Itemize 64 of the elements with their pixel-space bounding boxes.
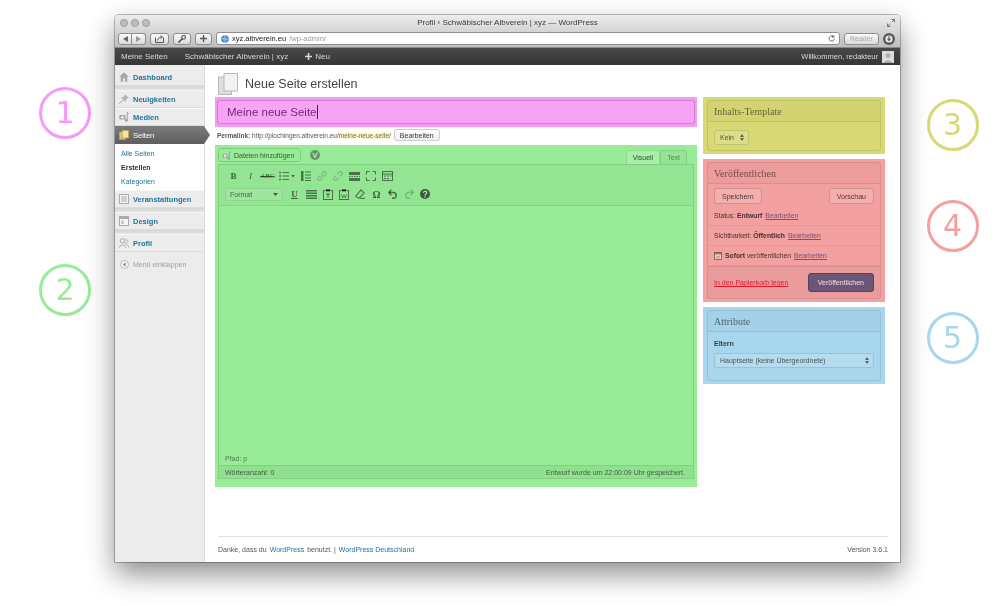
text-cursor-icon bbox=[316, 105, 318, 119]
eraser-icon[interactable] bbox=[355, 189, 365, 199]
underline-button[interactable]: U bbox=[286, 189, 303, 199]
new-link[interactable]: Neu bbox=[305, 52, 330, 61]
collapse-icon bbox=[120, 259, 129, 269]
list-icon bbox=[119, 194, 129, 204]
select-arrows-icon bbox=[865, 357, 869, 364]
forward-button[interactable] bbox=[132, 32, 146, 45]
italic-button[interactable]: I bbox=[242, 171, 259, 181]
window-icon bbox=[119, 216, 129, 226]
back-button[interactable] bbox=[118, 32, 132, 45]
numbered-callout: 1 bbox=[39, 87, 91, 139]
right-triangle-icon bbox=[136, 35, 141, 42]
toolbar-toggle-icon[interactable] bbox=[382, 171, 393, 181]
numbered-callout: 2 bbox=[39, 264, 91, 316]
numbered-callout: 5 bbox=[926, 312, 979, 364]
paste-text-icon[interactable] bbox=[323, 188, 333, 200]
expand-icon[interactable] bbox=[887, 18, 895, 27]
new-tab-button[interactable] bbox=[195, 32, 212, 45]
share-button[interactable] bbox=[150, 32, 169, 45]
pages-icon bbox=[119, 130, 129, 140]
check-circle-icon[interactable] bbox=[310, 150, 321, 160]
blockquote-icon[interactable] bbox=[301, 171, 311, 181]
numbered-callout: 3 bbox=[926, 99, 979, 151]
special-character-button[interactable]: Ω bbox=[368, 188, 385, 200]
house-icon bbox=[119, 72, 129, 82]
select-arrows-icon bbox=[740, 134, 744, 141]
panel-title: Inhalts-Template bbox=[714, 105, 782, 117]
window-title: Profil ‹ Schwäbischer Albverein | xyz — WordPress bbox=[416, 18, 599, 27]
left-triangle-icon bbox=[122, 35, 128, 42]
caret-down-icon bbox=[273, 192, 278, 196]
title-field[interactable]: Meine neue Seite bbox=[217, 100, 695, 124]
numbered-callout: 4 bbox=[926, 200, 979, 252]
paste-word-icon[interactable] bbox=[339, 188, 349, 200]
avatar-icon[interactable] bbox=[882, 50, 894, 63]
admin-bar-link[interactable]: Schwäbischer Albverein | xyz bbox=[184, 52, 289, 61]
wrench-icon bbox=[178, 34, 186, 43]
calendar-icon bbox=[714, 251, 722, 260]
share-icon bbox=[155, 34, 164, 43]
media-icon bbox=[119, 112, 129, 122]
page-heading: Neue Seite erstellen bbox=[245, 77, 358, 91]
page-break-icon[interactable] bbox=[349, 171, 360, 181]
fullscreen-icon[interactable] bbox=[366, 171, 376, 181]
panel-title: Attribute bbox=[714, 315, 751, 327]
plus-icon bbox=[200, 35, 207, 42]
wrench-button[interactable] bbox=[173, 32, 191, 45]
pages-icon bbox=[218, 73, 238, 95]
panel-title: Veröffentlichen bbox=[714, 167, 776, 179]
globe-icon bbox=[221, 34, 229, 43]
admin-bar-link[interactable]: Meine Seiten bbox=[121, 52, 168, 61]
media-icon bbox=[222, 150, 231, 160]
zoom-icon[interactable] bbox=[142, 18, 150, 27]
bold-button[interactable]: B bbox=[225, 171, 242, 181]
people-icon bbox=[119, 238, 129, 248]
close-icon[interactable] bbox=[120, 18, 128, 27]
justify-icon[interactable] bbox=[306, 189, 317, 199]
download-icon[interactable] bbox=[883, 32, 895, 45]
pushpin-icon bbox=[119, 94, 129, 104]
bullet-list-icon[interactable] bbox=[279, 171, 295, 181]
help-icon[interactable] bbox=[420, 189, 430, 199]
undo-icon[interactable] bbox=[388, 189, 398, 199]
plus-icon bbox=[305, 53, 313, 60]
reload-icon[interactable] bbox=[828, 35, 836, 42]
minimize-icon[interactable] bbox=[131, 18, 139, 27]
